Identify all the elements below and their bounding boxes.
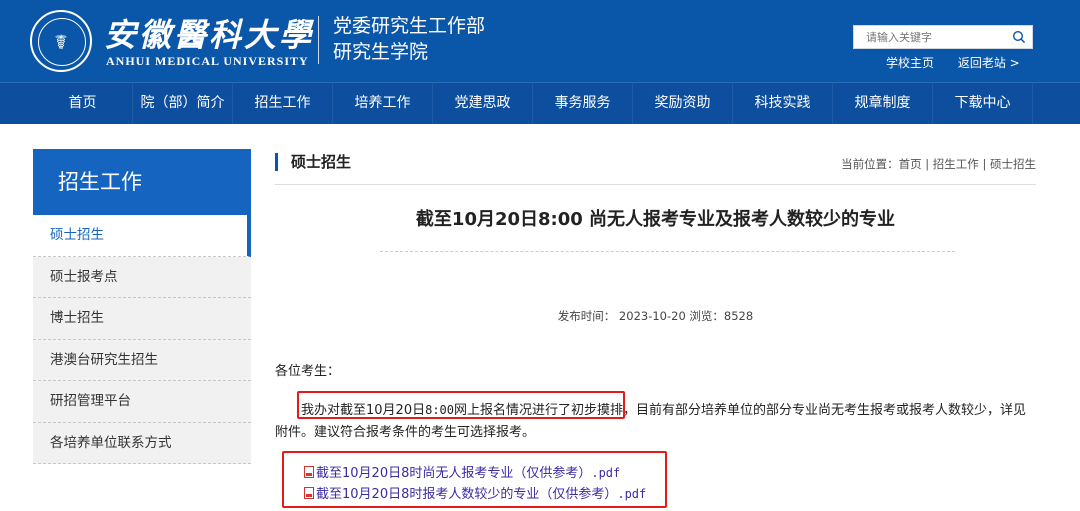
- content-header: 硕士招生 当前位置：首页 | 招生工作 | 硕士招生: [275, 149, 1036, 185]
- university-name-en: ANHUI MEDICAL UNIVERSITY: [106, 54, 309, 68]
- top-links: 学校主页 返回老站 >: [886, 54, 1040, 71]
- highlight-box-attachments: [282, 451, 667, 508]
- nav-item-research[interactable]: 科技实践: [733, 83, 833, 124]
- nav-item-party[interactable]: 党建思政: [433, 83, 533, 124]
- search-box: [853, 25, 1033, 49]
- search-icon[interactable]: [1012, 30, 1026, 44]
- old-site-link[interactable]: 返回老站 >: [958, 56, 1020, 70]
- section-title: 硕士招生: [275, 153, 351, 171]
- sidebar-item-master-admissions[interactable]: 硕士招生: [33, 215, 251, 257]
- sidebar-item-doctoral-admissions[interactable]: 博士招生: [33, 298, 251, 340]
- sidebar: 招生工作 硕士招生 硕士报考点 博士招生 港澳台研究生招生 研招管理平台 各培养…: [33, 149, 251, 464]
- sidebar-item-unit-contacts[interactable]: 各培养单位联系方式: [33, 423, 251, 464]
- sidebar-title: 招生工作: [33, 149, 251, 215]
- sidebar-item-hmt-admissions[interactable]: 港澳台研究生招生: [33, 340, 251, 381]
- nav-item-awards[interactable]: 奖励资助: [633, 83, 733, 124]
- nav-item-about[interactable]: 院（部）简介: [133, 83, 233, 124]
- sidebar-menu: 硕士招生 硕士报考点 博士招生 港澳台研究生招生 研招管理平台 各培养单位联系方…: [33, 215, 251, 464]
- nav-item-training[interactable]: 培养工作: [333, 83, 433, 124]
- nav-item-downloads[interactable]: 下载中心: [933, 83, 1033, 124]
- site-header: ☤ 安徽醫科大學 ANHUI MEDICAL UNIVERSITY 党委研究生工…: [0, 0, 1080, 82]
- main-nav: 首页 院（部）简介 招生工作 培养工作 党建思政 事务服务 奖励资助 科技实践 …: [0, 82, 1080, 124]
- nav-item-admissions[interactable]: 招生工作: [233, 83, 333, 124]
- breadcrumb[interactable]: 当前位置：首页 | 招生工作 | 硕士招生: [841, 156, 1036, 172]
- nav-item-regulations[interactable]: 规章制度: [833, 83, 933, 124]
- nav-item-services[interactable]: 事务服务: [533, 83, 633, 124]
- department-name: 党委研究生工作部 研究生学院: [333, 15, 486, 63]
- main-content: 硕士招生 当前位置：首页 | 招生工作 | 硕士招生 截至10月20日8:00 …: [275, 149, 1036, 508]
- sidebar-item-admissions-platform[interactable]: 研招管理平台: [33, 381, 251, 423]
- article-greeting: 各位考生：: [275, 364, 341, 379]
- search-input[interactable]: [854, 27, 1004, 49]
- title-divider: [380, 251, 955, 252]
- logo-divider: [318, 16, 319, 64]
- article-meta: 发布时间： 2023-10-20 浏览：8528: [557, 309, 754, 323]
- university-name-cn[interactable]: 安徽醫科大學: [104, 10, 314, 56]
- nav-item-home[interactable]: 首页: [33, 83, 133, 124]
- sidebar-item-master-exam-sites[interactable]: 硕士报考点: [33, 257, 251, 298]
- university-emblem-icon[interactable]: ☤: [30, 10, 92, 72]
- article-title: 截至10月20日8:00 尚无人报考专业及报考人数较少的专业: [415, 209, 896, 230]
- school-home-link[interactable]: 学校主页: [886, 56, 934, 70]
- highlight-box-paragraph: [297, 391, 625, 419]
